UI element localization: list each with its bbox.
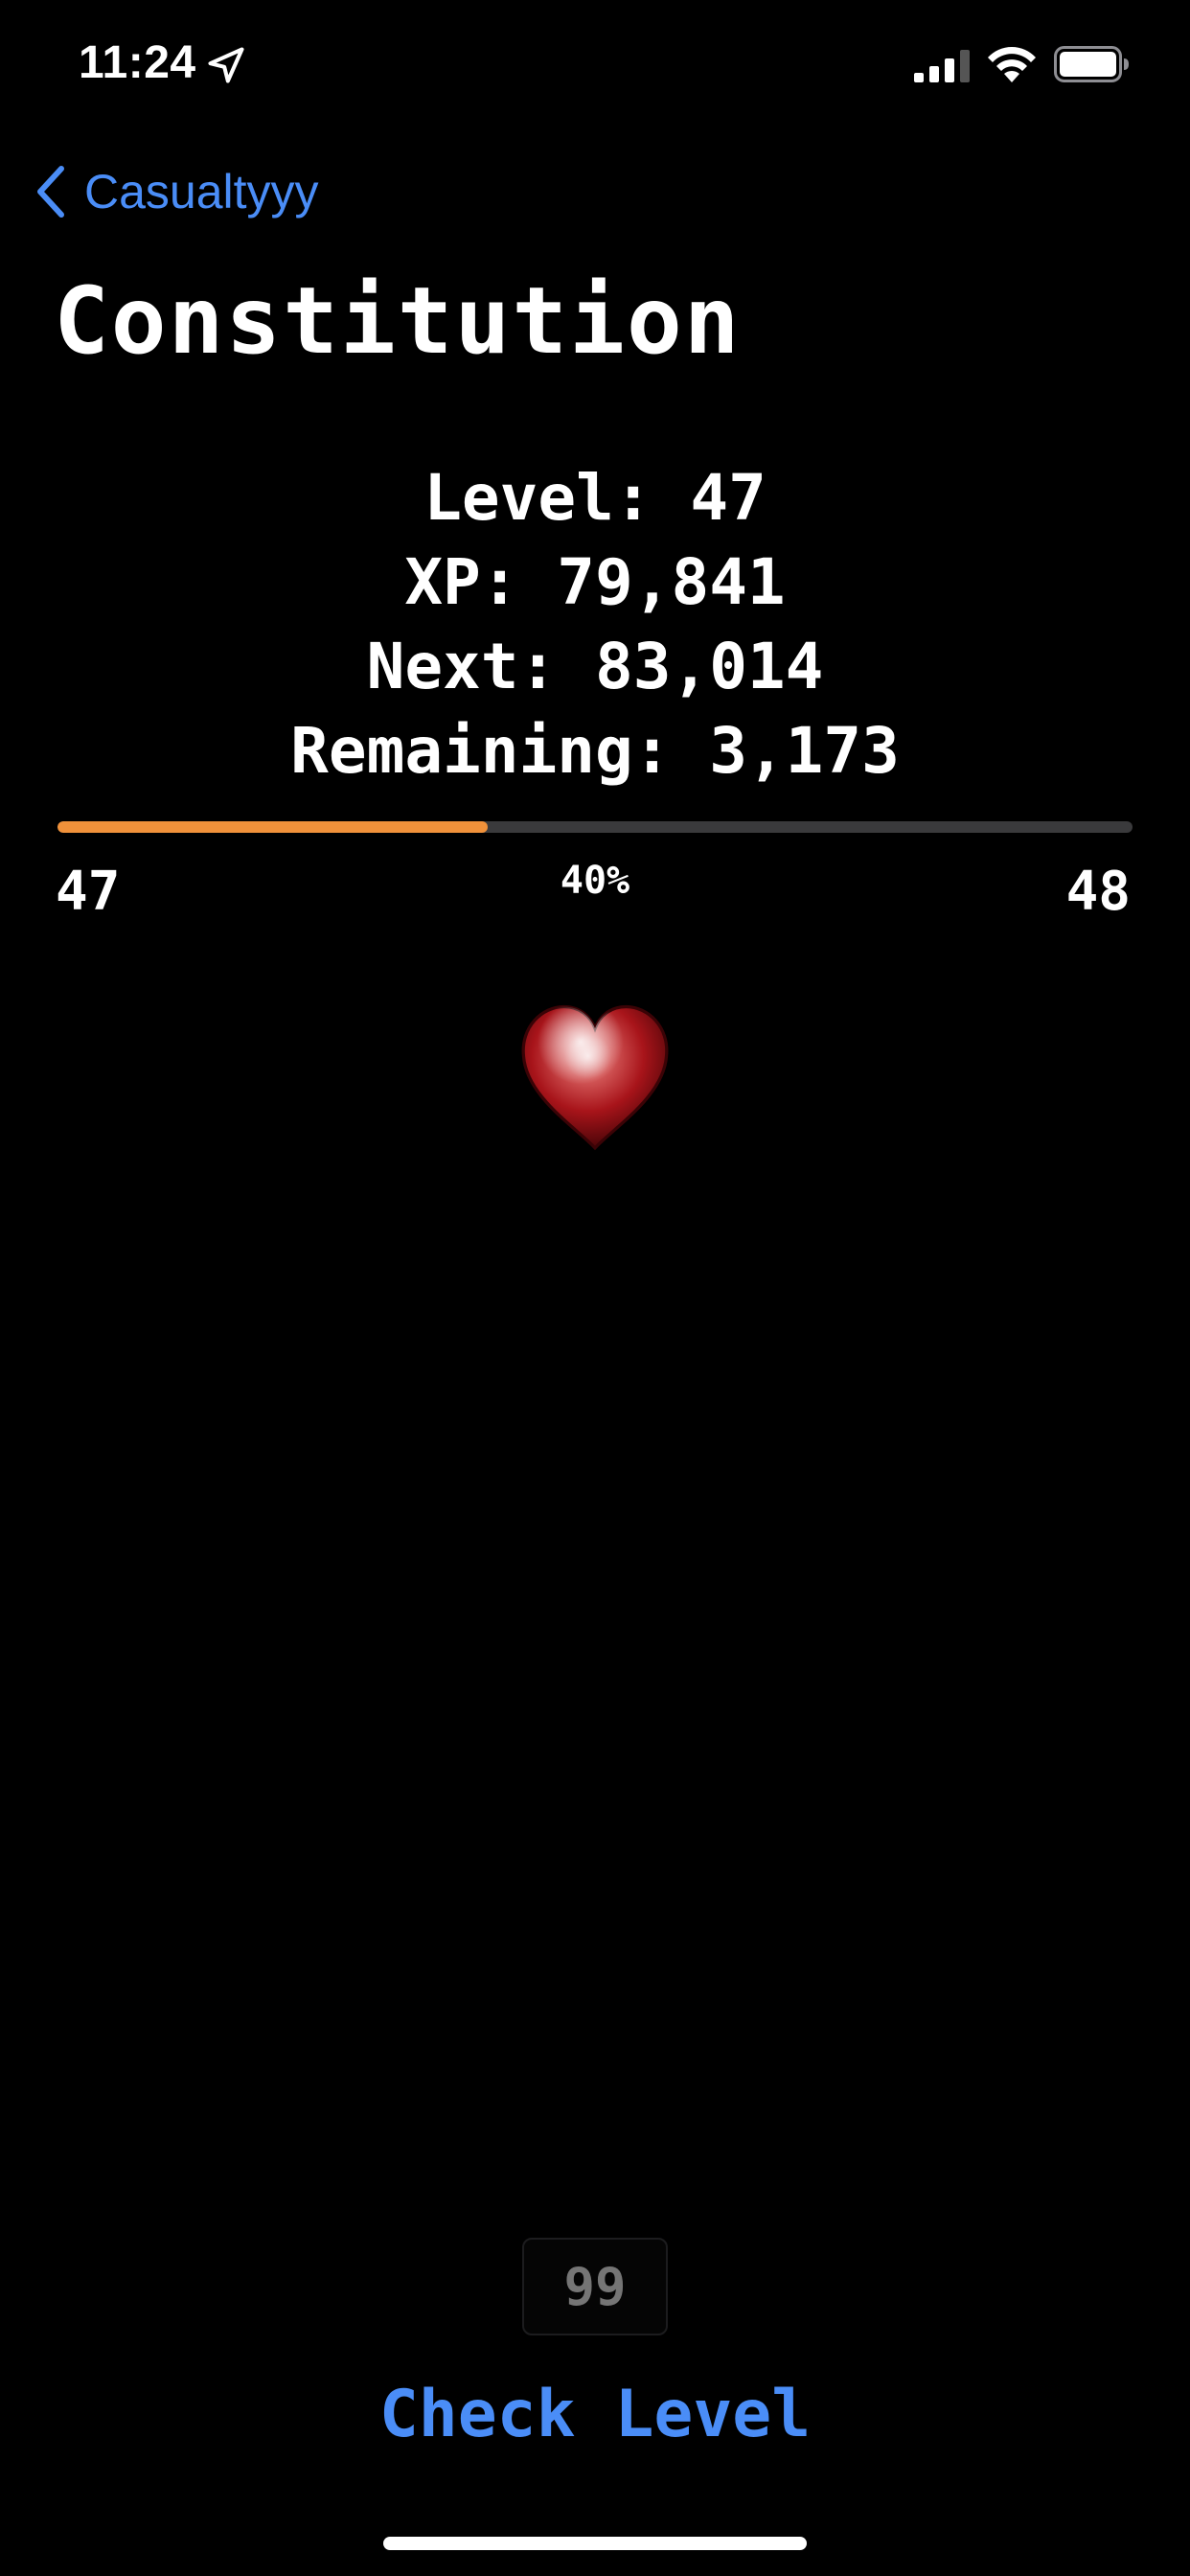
chevron-left-icon <box>37 166 64 218</box>
wifi-icon <box>988 47 1036 82</box>
level-stat: Level: 47 <box>423 461 767 535</box>
heart-icon <box>521 1004 669 1151</box>
status-bar: 11:24 <box>0 0 1190 134</box>
progress-percent-label: 40% <box>560 859 630 903</box>
back-button-label: Casualtyyy <box>84 165 319 218</box>
status-time: 11:24 <box>79 37 196 88</box>
cellular-signal-icon <box>914 50 970 82</box>
remaining-xp-stat: Remaining: 3,173 <box>290 714 900 788</box>
next-level-label: 48 <box>1065 861 1131 923</box>
page-title: Constitution <box>54 267 742 375</box>
level-input[interactable] <box>522 2238 668 2335</box>
next-level-xp-stat: Next: 83,014 <box>366 630 824 703</box>
level-progress-bar <box>57 821 1133 833</box>
check-level-button[interactable]: Check Level <box>0 2377 1190 2452</box>
home-indicator[interactable] <box>383 2537 807 2550</box>
location-arrow-icon <box>208 47 244 83</box>
back-button[interactable]: Casualtyyy <box>33 161 319 222</box>
level-progress-fill <box>57 821 488 833</box>
skill-stats: Level: 47 XP: 79,841 Next: 83,014 Remain… <box>0 456 1190 794</box>
xp-stat: XP: 79,841 <box>404 545 786 619</box>
battery-icon <box>1054 46 1129 82</box>
